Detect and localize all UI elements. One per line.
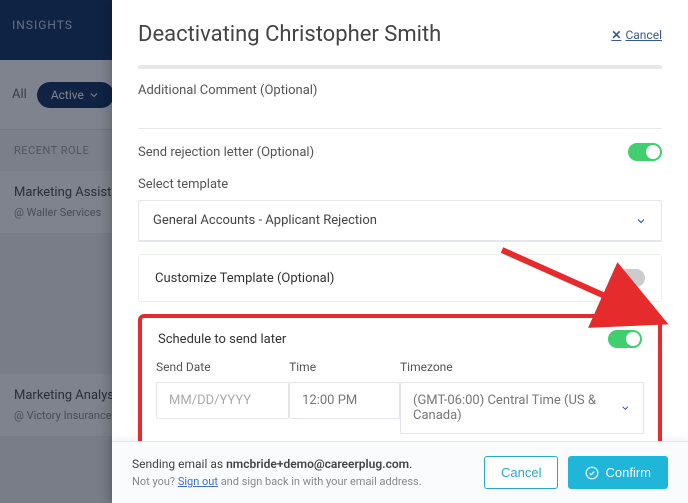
not-you-text: Not you? xyxy=(132,475,178,488)
cancel-button[interactable]: Cancel xyxy=(484,456,558,489)
send-date-input[interactable]: MM/DD/YYYY xyxy=(156,382,289,419)
sending-email: nmcbride+demo@careerplug.com xyxy=(226,457,409,471)
schedule-card: Schedule to send later Send Date MM/DD/Y… xyxy=(138,314,662,441)
modal-footer: Sending email as nmcbride+demo@careerplu… xyxy=(112,441,688,503)
chevron-down-icon xyxy=(620,402,631,414)
time-label: Time xyxy=(289,360,400,374)
check-circle-icon xyxy=(585,466,599,480)
customize-template-toggle[interactable] xyxy=(611,269,645,287)
not-you-line: Not you? Sign out and sign back in with … xyxy=(132,475,422,488)
top-scroll-indicator xyxy=(138,65,662,69)
sign-out-link[interactable]: Sign out xyxy=(178,475,218,488)
select-template-label: Select template xyxy=(138,177,662,192)
confirm-button-label: Confirm xyxy=(605,465,651,480)
send-rejection-toggle[interactable] xyxy=(628,143,662,161)
close-icon: ✕ xyxy=(611,28,621,42)
timezone-value: (GMT-06:00) Central Time (US & Canada) xyxy=(413,393,620,423)
schedule-toggle[interactable] xyxy=(608,330,642,348)
sending-suffix: . xyxy=(409,457,412,471)
send-date-placeholder: MM/DD/YYYY xyxy=(169,393,251,408)
divider xyxy=(138,241,662,242)
customize-template-card: Customize Template (Optional) xyxy=(138,254,662,302)
modal-title: Deactivating Christopher Smith xyxy=(138,22,441,47)
modal-body: Additional Comment (Optional) Send rejec… xyxy=(112,65,688,441)
sign-back-text: and sign back in with your email address… xyxy=(218,475,422,488)
time-value: 12:00 PM xyxy=(302,393,357,408)
sending-prefix: Sending email as xyxy=(132,457,226,471)
confirm-button[interactable]: Confirm xyxy=(568,456,668,489)
time-input[interactable]: 12:00 PM xyxy=(289,382,400,419)
schedule-label: Schedule to send later xyxy=(158,332,286,347)
chevron-down-icon xyxy=(635,215,647,227)
divider xyxy=(138,128,662,129)
customize-template-label: Customize Template (Optional) xyxy=(155,271,334,286)
timezone-label: Timezone xyxy=(400,360,644,374)
template-select-value: General Accounts - Applicant Rejection xyxy=(153,213,377,228)
modal-header: Deactivating Christopher Smith ✕ Cancel xyxy=(112,0,688,65)
send-rejection-label: Send rejection letter (Optional) xyxy=(138,145,314,160)
modal-cancel-link[interactable]: ✕ Cancel xyxy=(611,28,662,42)
send-date-label: Send Date xyxy=(156,360,289,374)
cancel-button-label: Cancel xyxy=(501,465,541,480)
timezone-select[interactable]: (GMT-06:00) Central Time (US & Canada) xyxy=(400,382,644,434)
template-select[interactable]: General Accounts - Applicant Rejection xyxy=(138,200,662,241)
deactivate-modal: Deactivating Christopher Smith ✕ Cancel … xyxy=(112,0,688,503)
cancel-link-text: Cancel xyxy=(625,28,662,42)
additional-comment-label: Additional Comment (Optional) xyxy=(138,83,662,98)
sending-as-text: Sending email as nmcbride+demo@careerplu… xyxy=(132,457,422,471)
